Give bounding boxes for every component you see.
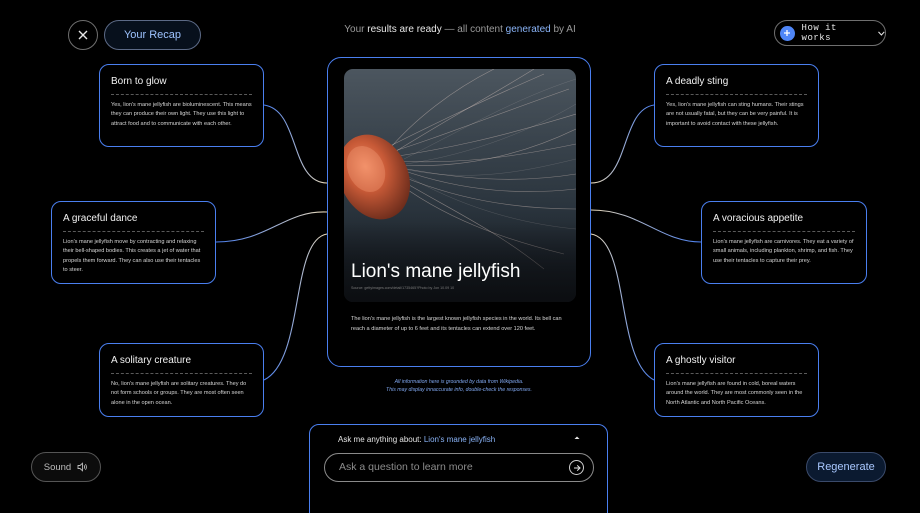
connector-deadly-sting bbox=[590, 104, 655, 184]
regenerate-button[interactable]: Regenerate bbox=[806, 452, 886, 482]
sound-label: Sound bbox=[43, 461, 72, 473]
fact-title: A solitary creature bbox=[111, 355, 252, 374]
chevron-up-icon[interactable] bbox=[573, 434, 581, 442]
fact-card-solitary-creature[interactable]: A solitary creature No, lion's mane jell… bbox=[99, 343, 264, 417]
fact-text: Yes, lion's mane jellyfish are biolumine… bbox=[111, 102, 252, 127]
fact-card-graceful-dance[interactable]: A graceful dance Lion's mane jellyfish m… bbox=[51, 201, 216, 284]
fact-text: Yes, lion's mane jellyfish can sting hum… bbox=[666, 102, 804, 127]
fact-text: Lion's mane jellyfish are carnivores. Th… bbox=[713, 239, 854, 264]
close-icon bbox=[78, 30, 88, 40]
headline-part-4: generated bbox=[505, 24, 551, 35]
speaker-icon bbox=[77, 462, 88, 472]
fact-title: A ghostly visitor bbox=[666, 355, 807, 374]
disclaimer-line-2: This may display innaccurate info, doubl… bbox=[386, 387, 532, 394]
fact-card-deadly-sting[interactable]: A deadly sting Yes, lion's mane jellyfis… bbox=[654, 64, 819, 147]
fact-title: A deadly sting bbox=[666, 76, 807, 95]
ask-prefix: Ask me anything about: bbox=[338, 435, 422, 444]
chevron-down-icon bbox=[878, 30, 885, 36]
send-button[interactable] bbox=[569, 460, 584, 475]
ask-prompt: Ask me anything about: Lion's mane jelly… bbox=[338, 435, 495, 444]
fact-card-voracious-appetite[interactable]: A voracious appetite Lion's mane jellyfi… bbox=[701, 201, 867, 284]
question-input[interactable]: Ask a question to learn more bbox=[324, 453, 594, 482]
main-topic-card: Lion's mane jellyfish Source: gettyimage… bbox=[327, 57, 591, 367]
your-recap-label: Your Recap bbox=[123, 29, 182, 41]
close-button[interactable] bbox=[68, 20, 98, 50]
fact-card-born-to-glow[interactable]: Born to glow Yes, lion's mane jellyfish … bbox=[99, 64, 264, 147]
photo-credit: Source: gettyimages.com/detail/1735465?P… bbox=[351, 286, 455, 290]
topic-description: The lion's mane jellyfish is the largest… bbox=[351, 316, 562, 332]
topic-title: Lion's mane jellyfish bbox=[351, 261, 521, 282]
how-it-works-label: How it works bbox=[801, 23, 837, 43]
disclaimer-line-1: All information here is grounded by data… bbox=[394, 379, 524, 385]
ask-topic: Lion's mane jellyfish bbox=[423, 435, 496, 444]
connector-voracious-appetite bbox=[590, 209, 702, 243]
connector-graceful-dance bbox=[215, 211, 328, 243]
fact-title: A voracious appetite bbox=[713, 213, 855, 232]
arrow-right-icon bbox=[573, 464, 581, 471]
headline-part-1: Your bbox=[344, 24, 365, 35]
how-it-works-button[interactable]: How it works bbox=[774, 20, 886, 46]
headline-part-3: — all content bbox=[444, 24, 503, 35]
sound-button[interactable]: Sound bbox=[31, 452, 101, 482]
fact-title: A graceful dance bbox=[63, 213, 204, 232]
connector-born-to-glow bbox=[263, 104, 328, 184]
plus-icon bbox=[780, 25, 795, 41]
headline-part-2: results are ready bbox=[367, 24, 442, 35]
your-recap-button[interactable]: Your Recap bbox=[104, 20, 201, 50]
fact-text: Lion's mane jellyfish move by contractin… bbox=[63, 239, 201, 273]
headline-part-5: by AI bbox=[553, 24, 576, 35]
fact-card-ghostly-visitor[interactable]: A ghostly visitor Lion's mane jellyfish … bbox=[654, 343, 819, 417]
fact-text: No, lion's mane jellyfish are solitary c… bbox=[111, 381, 247, 406]
connector-ghostly-visitor bbox=[590, 233, 655, 381]
regenerate-label: Regenerate bbox=[817, 461, 875, 473]
connector-solitary-creature bbox=[263, 233, 328, 381]
fact-text: Lion's mane jellyfish are found in cold,… bbox=[666, 381, 803, 406]
fact-title: Born to glow bbox=[111, 76, 252, 95]
ask-panel: Ask me anything about: Lion's mane jelly… bbox=[309, 424, 608, 513]
ai-disclaimer: All information here is grounded by data… bbox=[370, 378, 548, 395]
results-headline: Your results are ready — all content gen… bbox=[300, 24, 620, 35]
